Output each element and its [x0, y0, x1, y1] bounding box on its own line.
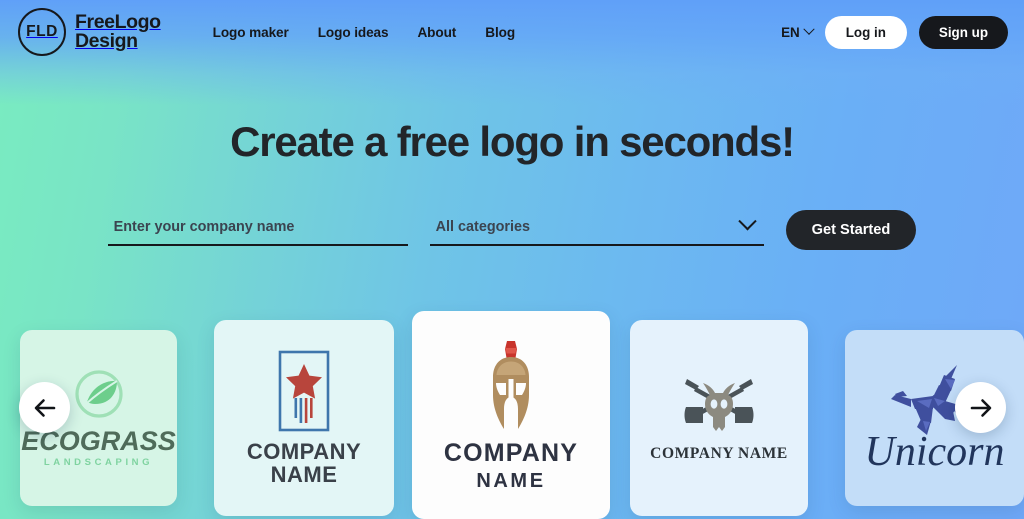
logo-card-caption: ECOGRASS LANDSCAPING [21, 427, 176, 469]
carousel-next-button[interactable] [955, 382, 1006, 433]
logo-card-star-stripes[interactable]: COMPANY NAME [214, 320, 394, 516]
arrow-left-icon [34, 398, 55, 417]
company-name-input[interactable] [107, 219, 408, 246]
logo-card-name-line2: NAME [270, 461, 338, 487]
nav-item-logo-maker[interactable]: Logo maker [213, 25, 289, 40]
logo-card-name: COMPANY NAME [650, 445, 788, 462]
nav-item-about[interactable]: About [417, 25, 456, 40]
brand-name: FreeLogo Design [75, 13, 161, 52]
main-navigation: Logo maker Logo ideas About Blog [213, 25, 516, 40]
spartan-helmet-icon [479, 339, 543, 433]
carousel-prev-button[interactable] [19, 382, 70, 433]
get-started-button[interactable]: Get Started [785, 210, 917, 250]
site-header: FLD FreeLogo Design Logo maker Logo idea… [0, 0, 1024, 64]
brand-logo[interactable]: FLD FreeLogo Design [18, 8, 161, 56]
logo-carousel: ECOGRASS LANDSCAPING COMPANY NAME COMPAN… [0, 311, 1024, 519]
star-stripes-frame-icon [278, 350, 330, 432]
language-selector[interactable]: EN [781, 23, 815, 40]
logo-card-name-line1: COMPANY [443, 439, 579, 468]
nav-item-blog[interactable]: Blog [485, 25, 515, 40]
logo-card-caption: COMPANY NAME [444, 441, 578, 491]
logo-card-caption: COMPANY NAME [246, 439, 362, 487]
nav-item-logo-ideas[interactable]: Logo ideas [318, 25, 389, 40]
company-name-field [107, 218, 408, 246]
logo-search-form: All categories Get Started [0, 210, 1024, 250]
language-label: EN [781, 24, 800, 40]
logo-card-name-line1: COMPANY [246, 439, 362, 465]
category-field: All categories [429, 212, 764, 246]
chevron-down-icon [737, 212, 757, 231]
brand-name-line2: Design [75, 30, 138, 52]
page-title: Create a free logo in seconds! [230, 118, 795, 165]
logo-card-tagline: LANDSCAPING [43, 457, 154, 469]
circle-monogram-icon: FLD [18, 8, 66, 56]
category-selected-label: All categories [435, 219, 531, 235]
chevron-down-icon [803, 23, 815, 35]
header-actions: EN Log in Sign up [781, 15, 1008, 49]
logo-card-spartan-helmet[interactable]: COMPANY NAME [412, 311, 610, 519]
logo-card-name-line2: NAME [476, 469, 546, 492]
leaf-circle-icon [63, 368, 135, 426]
signup-button[interactable]: Sign up [918, 15, 1008, 49]
category-select[interactable]: All categories [429, 212, 764, 246]
login-button[interactable]: Log in [824, 15, 907, 49]
brand-monogram-text: FLD [26, 23, 58, 40]
arrow-right-icon [970, 398, 991, 417]
logo-card-name: Unicorn [864, 429, 1005, 475]
logo-card-bull-skull[interactable]: COMPANY NAME [630, 320, 808, 516]
bull-skull-arrows-icon [673, 373, 765, 435]
